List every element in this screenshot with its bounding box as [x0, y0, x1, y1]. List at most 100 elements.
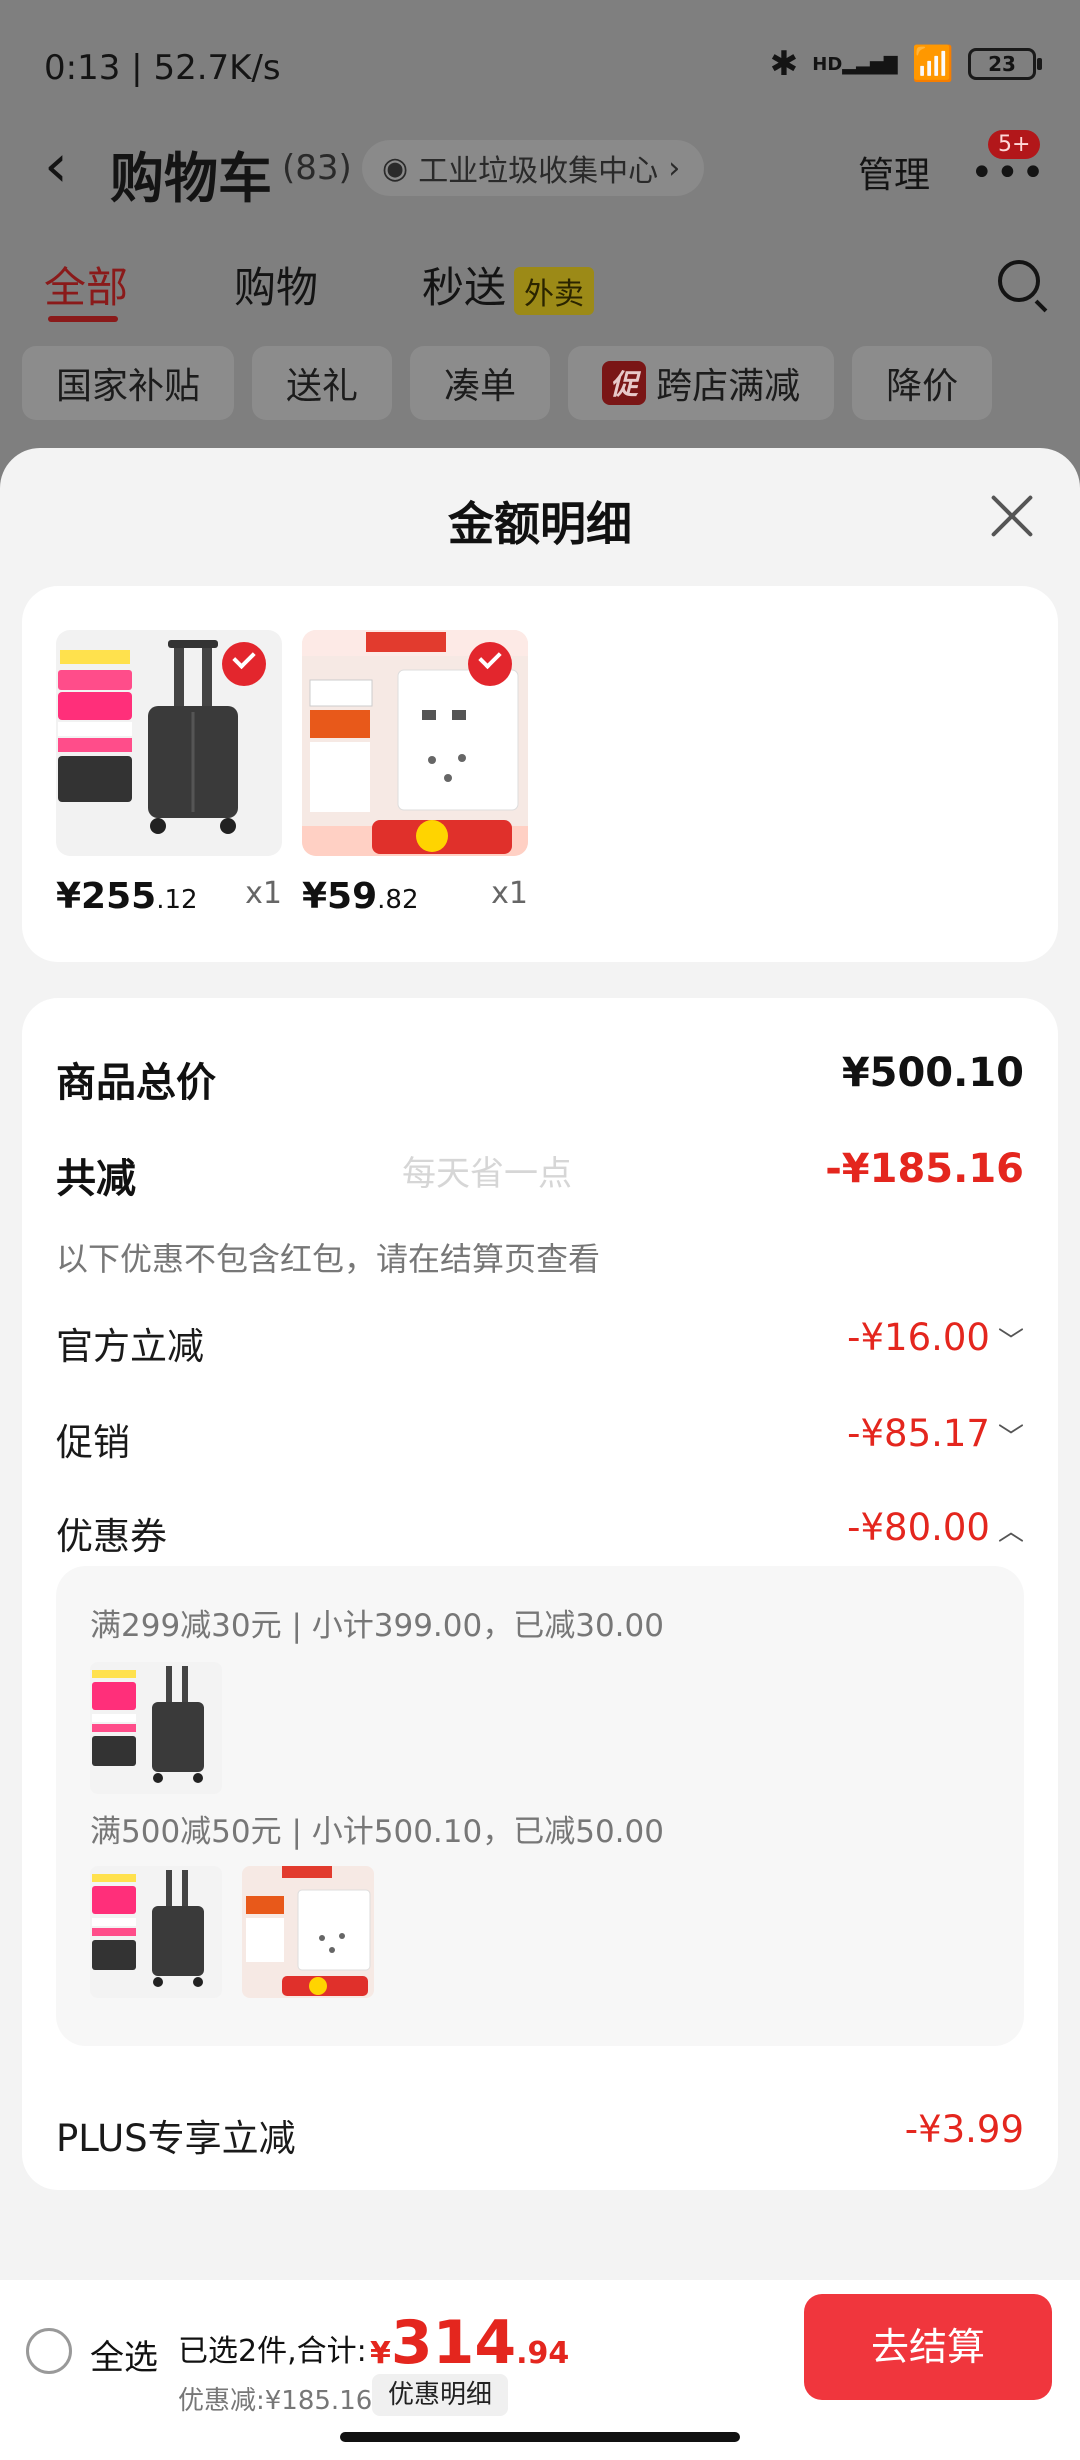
- address-label: 工业垃圾收集中心: [418, 154, 659, 189]
- tab-shopping-label: 购物: [234, 263, 319, 312]
- sheet-title: 金额明细: [448, 497, 632, 551]
- filter-chips: 国家补贴 送礼 凑单 促跨店满减 降价: [22, 346, 1080, 422]
- notification-badge: 5+: [988, 130, 1041, 159]
- watermark-text: 每天省一点: [402, 1154, 572, 1194]
- luggage-thumb: [90, 1662, 222, 1794]
- coupon-detail-2: 满500减50元 | 小计500.10，已减50.00: [90, 1814, 664, 1850]
- filter-label: 凑单: [444, 366, 517, 407]
- price-decimal: .82: [377, 885, 419, 915]
- price-integer: ¥255: [56, 876, 157, 917]
- coupon-label: 优惠券: [56, 1515, 167, 1558]
- discount-summary: 优惠减:¥185.16: [178, 2386, 373, 2416]
- total-integer: 314: [390, 2308, 517, 2378]
- home-indicator[interactable]: [340, 2432, 740, 2442]
- tab-express[interactable]: 秒送 外卖: [422, 254, 595, 315]
- luggage-thumb: [90, 1866, 222, 1998]
- address-pill[interactable]: ◉ 工业垃圾收集中心 ›: [362, 140, 705, 196]
- price-decimal: .12: [156, 885, 198, 915]
- coupon-product-luggage: [90, 1866, 222, 1998]
- official-discount-value: -¥16.00 ﹀: [847, 1316, 1024, 1359]
- socket-thumb: [242, 1866, 374, 1998]
- select-all-checkbox[interactable]: [26, 2328, 72, 2374]
- tab-all-label: 全部: [44, 263, 129, 312]
- product-item-luggage[interactable]: ¥255.12 x1: [56, 630, 282, 917]
- cart-tabs: 全部 购物 秒送 外卖: [44, 254, 1040, 324]
- product-image-socket: [302, 630, 528, 856]
- filter-label: 国家补贴: [56, 366, 201, 407]
- close-icon[interactable]: [986, 492, 1036, 542]
- checked-icon: [222, 642, 266, 686]
- tab-all[interactable]: 全部: [44, 254, 128, 315]
- eye-icon: ◉: [382, 150, 409, 186]
- select-all-label[interactable]: 全选: [90, 2330, 158, 2379]
- product-price: ¥59.82: [302, 876, 419, 917]
- filter-national-subsidy[interactable]: 国家补贴: [22, 346, 235, 420]
- coupon-product-luggage: [90, 1662, 222, 1794]
- official-discount-label: 官方立减: [56, 1325, 204, 1368]
- filter-price-drop[interactable]: 降价: [852, 346, 993, 420]
- product-price: ¥255.12: [56, 876, 198, 917]
- coupon-details: 满299减30元 | 小计399.00，已减30.00 满500减50元 | 小…: [56, 1566, 1024, 2046]
- cart-count: (83): [282, 148, 352, 188]
- chevron-down-icon: ﹀: [997, 1327, 1024, 1357]
- total-amount: ¥314.94: [370, 2308, 569, 2378]
- filter-label: 跨店满减: [656, 366, 801, 407]
- battery-level: 23: [988, 52, 1016, 76]
- selected-count-text: 已选2件,合计:: [178, 2334, 367, 2369]
- cart-header: ‹ 购物车 (83) ◉ 工业垃圾收集中心 › 管理 ••• 5+: [44, 130, 1045, 210]
- total-price-value: ¥500.10: [841, 1050, 1024, 1096]
- discount-amount: -¥16.00: [847, 1316, 990, 1359]
- status-icons: ✱ HD▂▃▅▇ 📶 23: [769, 44, 1042, 84]
- filter-gift[interactable]: 送礼: [252, 346, 393, 420]
- search-icon[interactable]: [998, 260, 1040, 302]
- promotion-label: 促销: [56, 1421, 130, 1464]
- page-title: 购物车: [110, 147, 272, 210]
- network-speed: 52.7K/s: [153, 48, 281, 88]
- plus-discount-label: PLUS专享立减: [56, 2117, 296, 2160]
- plus-discount-value: -¥3.99: [904, 2108, 1024, 2151]
- coupon-value: -¥80.00 ︿: [847, 1506, 1024, 1549]
- total-reduce-value: -¥185.16: [825, 1146, 1024, 1192]
- filter-label: 降价: [886, 366, 959, 407]
- summary-card: 商品总价 ¥500.10 每天省一点 共减 -¥185.16 以下优惠不包含红包…: [22, 998, 1058, 2190]
- clock: 0:13: [44, 48, 121, 88]
- checkout-button[interactable]: 去结算: [804, 2294, 1052, 2400]
- discount-amount: -¥80.00: [847, 1506, 990, 1549]
- promo-badge: 促: [602, 361, 647, 405]
- signal-icon: HD▂▃▅▇: [812, 53, 898, 75]
- manage-button[interactable]: 管理: [858, 146, 930, 198]
- checked-icon: [468, 642, 512, 686]
- total-currency: ¥: [370, 2336, 391, 2371]
- wifi-icon: 📶: [911, 44, 954, 84]
- bluetooth-icon: ✱: [769, 44, 799, 84]
- price-integer: ¥59: [302, 876, 378, 917]
- filter-label: 送礼: [286, 366, 359, 407]
- discount-amount: -¥85.17: [847, 1412, 990, 1455]
- network-type: HD: [812, 53, 843, 75]
- chevron-down-icon: ﹀: [997, 1423, 1024, 1453]
- checkout-bar: 全选 已选2件,合计: ¥314.94 优惠减:¥185.16 优惠明细 去结算: [0, 2280, 1080, 2460]
- chevron-up-icon: ︿: [997, 1517, 1024, 1547]
- filter-cross-store[interactable]: 促跨店满减: [568, 346, 835, 420]
- back-arrow-icon[interactable]: ‹: [44, 136, 68, 196]
- background-page: 0:13 | 52.7K/s ✱ HD▂▃▅▇ 📶 23 ‹ 购物车 (83) …: [0, 0, 1080, 460]
- battery-icon: 23: [968, 48, 1042, 80]
- product-image-luggage: [56, 630, 282, 856]
- active-tab-indicator: [48, 316, 118, 322]
- promotion-value: -¥85.17 ﹀: [847, 1412, 1024, 1455]
- products-card: ¥255.12 x1 ¥59.82 x1: [22, 586, 1058, 962]
- tab-shopping[interactable]: 购物: [234, 254, 318, 315]
- product-item-socket[interactable]: ¥59.82 x1: [302, 630, 528, 917]
- total-decimal: .94: [516, 2336, 570, 2371]
- tab-express-label: 秒送: [422, 263, 507, 312]
- coupon-detail-1: 满299减30元 | 小计399.00，已减30.00: [90, 1608, 664, 1644]
- status-bar: 0:13 | 52.7K/s ✱ HD▂▃▅▇ 📶 23: [44, 44, 1042, 94]
- reduce-note: 以下优惠不包含红包，请在结算页查看: [56, 1240, 601, 1278]
- total-reduce-label: 共减: [56, 1156, 136, 1202]
- chevron-right-icon: ›: [668, 150, 681, 186]
- product-qty: x1: [245, 876, 282, 911]
- discount-detail-button[interactable]: 优惠明细: [372, 2374, 509, 2416]
- amount-detail-sheet: 金额明细 ¥255.12 x1 ¥59.82 x1 商品总价 ¥500.10 每…: [0, 448, 1080, 2460]
- coupon-product-socket: [242, 1866, 374, 1998]
- filter-bundle[interactable]: 凑单: [410, 346, 551, 420]
